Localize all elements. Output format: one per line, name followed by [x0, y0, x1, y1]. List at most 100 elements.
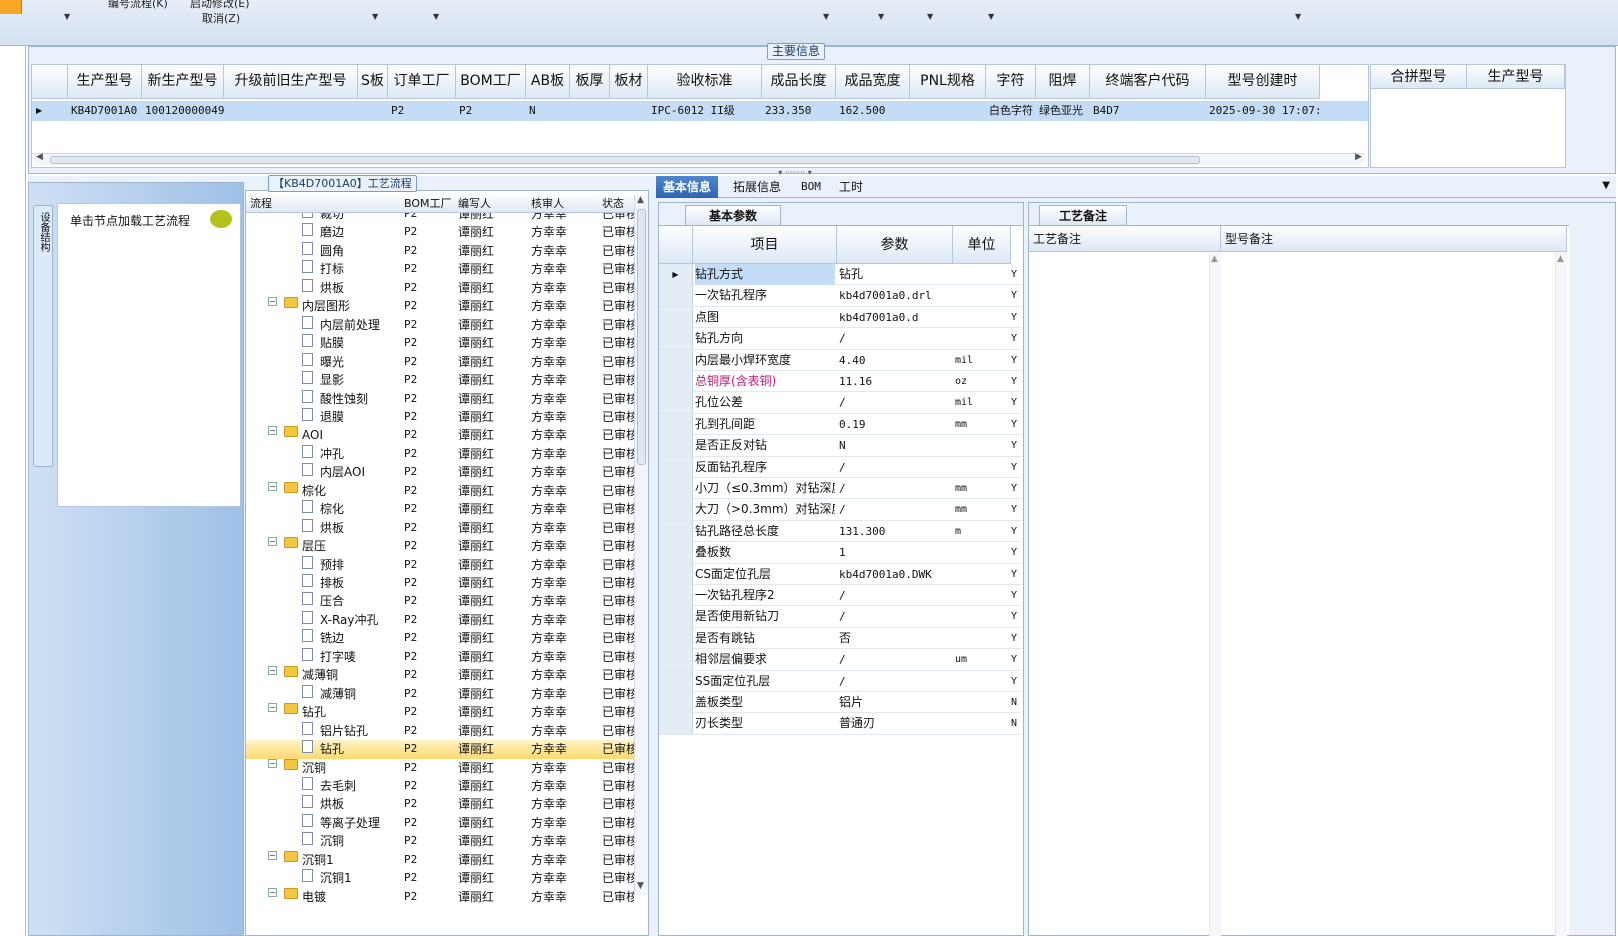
tree-row[interactable]: 内层前处理 P2 谭丽红 方幸幸 已审核	[246, 315, 636, 335]
tree-row[interactable]: 预排 P2 谭丽红 方幸幸 已审核	[246, 555, 636, 575]
param-row[interactable]: 小刀（≤0.3mm）对钻深度 / mm Y	[659, 478, 1021, 500]
param-value[interactable]: 1	[839, 542, 951, 563]
col-header-production-model[interactable]: 生产型号	[1467, 65, 1565, 89]
param-value[interactable]: /	[839, 671, 951, 692]
tree-row[interactable]: − 沉铜1 P2 谭丽红 方幸幸 已审核	[246, 850, 636, 870]
col-header[interactable]: 终端客户代码	[1090, 65, 1206, 99]
param-row[interactable]: CS面定位孔层 kb4d7001a0.DWK Y	[659, 563, 1021, 585]
scroll-left-icon[interactable]: ◀	[36, 152, 43, 162]
flow-col-header[interactable]: 编写人	[458, 195, 491, 213]
tree-row[interactable]: 圆角 P2 谭丽红 方幸幸 已审核	[246, 241, 636, 261]
tree-row[interactable]: 等离子处理 P2 谭丽红 方幸幸 已审核	[246, 813, 636, 833]
flow-col-header[interactable]: BOM工厂	[404, 195, 452, 213]
scrollbar-thumb[interactable]	[637, 209, 646, 465]
col-header[interactable]: 阻焊	[1036, 65, 1090, 99]
param-row[interactable]: 是否使用新钻刀 / Y	[659, 606, 1021, 628]
tree-row[interactable]: 贴膜 P2 谭丽红 方幸幸 已审核	[246, 334, 636, 353]
param-value[interactable]: /	[839, 478, 951, 499]
tree-row[interactable]: 打字唛 P2 谭丽红 方幸幸 已审核	[246, 647, 636, 667]
col-header[interactable]: 升级前旧生产型号	[224, 65, 358, 99]
param-value[interactable]: kb4d7001a0.drl	[839, 285, 951, 306]
structure-tab[interactable]: 设备结构	[33, 205, 53, 467]
horizontal-scrollbar[interactable]: ◀ ▶	[34, 152, 1364, 165]
tree-row[interactable]: 磨边 P2 谭丽红 方幸幸 已审核	[246, 223, 636, 242]
table-row[interactable]: ▶ KB4D7001A0 10012000004912 P2 P2 N IPC-6012 I…	[32, 101, 1368, 121]
param-value[interactable]: /	[839, 457, 951, 478]
tree-row[interactable]: 铣边 P2 谭丽红 方幸幸 已审核	[246, 629, 636, 648]
dropdown-arrow-icon[interactable]: ▼	[372, 12, 378, 21]
param-row[interactable]: 是否正反对钻 N Y	[659, 435, 1021, 457]
tree-row[interactable]: 曝光 P2 谭丽红 方幸幸 已审核	[246, 352, 636, 372]
col-header[interactable]: 字符	[986, 65, 1036, 99]
col-header[interactable]: S板	[358, 65, 388, 99]
tree-row[interactable]: 冲孔 P2 谭丽红 方幸幸 已审核	[246, 444, 636, 464]
param-row[interactable]: 一次钻孔程序 kb4d7001a0.drl Y	[659, 285, 1021, 307]
tab-process-notes[interactable]: 工艺备注	[1039, 205, 1127, 225]
dropdown-arrow-icon[interactable]: ▼	[64, 12, 70, 21]
model-note-scrollbar[interactable]: ▲	[1555, 252, 1567, 936]
tree-row[interactable]: 烘板 P2 谭丽红 方幸幸 已审核	[246, 795, 636, 814]
col-header-merge-model[interactable]: 合拼型号	[1371, 65, 1467, 89]
param-row[interactable]: 钻孔方向 / Y	[659, 328, 1021, 350]
param-value[interactable]: kb4d7001a0.DWK	[839, 564, 951, 585]
tree-row[interactable]: − 层压 P2 谭丽红 方幸幸 已审核	[246, 537, 636, 556]
tab-extended-info[interactable]: 拓展信息	[726, 176, 788, 198]
flow-col-header[interactable]: 状态	[602, 195, 624, 213]
flow-vertical-scrollbar[interactable]: ▲ ▼	[634, 195, 648, 895]
param-value[interactable]: /	[839, 649, 951, 670]
param-row[interactable]: 内层最小焊环宽度 4.40 mil Y	[659, 349, 1021, 371]
param-value[interactable]: 铝片	[839, 692, 951, 713]
param-row[interactable]: 反面钻孔程序 / Y	[659, 456, 1021, 478]
tab-basic-info[interactable]: 基本信息	[656, 176, 719, 198]
tree-row[interactable]: 退膜 P2 谭丽红 方幸幸 已审核	[246, 407, 636, 427]
tree-row[interactable]: 内层AOI P2 谭丽红 方幸幸 已审核	[246, 463, 636, 482]
tree-row[interactable]: 铝片钻孔 P2 谭丽红 方幸幸 已审核	[246, 721, 636, 741]
param-row[interactable]: 大刀（>0.3mm）对钻深度 / mm Y	[659, 499, 1021, 521]
tree-row[interactable]: 显影 P2 谭丽红 方幸幸 已审核	[246, 371, 636, 390]
col-header[interactable]: 型号创建时	[1206, 65, 1320, 99]
dropdown-arrow-icon[interactable]: ▼	[1295, 12, 1301, 21]
tree-row[interactable]: − 减薄铜 P2 谭丽红 方幸幸 已审核	[246, 666, 636, 685]
scroll-up-icon[interactable]: ▲	[1211, 254, 1218, 264]
col-header-item[interactable]: 项目	[693, 226, 837, 264]
tree-row[interactable]: 排板 P2 谭丽红 方幸幸 已审核	[246, 574, 636, 593]
flow-col-header[interactable]: 流程	[250, 195, 272, 213]
col-header[interactable]: 新生产型号	[142, 65, 224, 99]
dropdown-arrow-icon[interactable]: ▼	[823, 12, 829, 21]
tree-row[interactable]: − 棕化 P2 谭丽红 方幸幸 已审核	[246, 481, 636, 501]
param-value[interactable]: 钻孔	[839, 264, 951, 285]
param-row[interactable]: SS面定位孔层 / Y	[659, 670, 1021, 692]
param-value[interactable]: /	[839, 499, 951, 520]
scroll-down-icon[interactable]: ▼	[637, 881, 644, 891]
param-row[interactable]: 孔到孔间距 0.19 mm Y	[659, 413, 1021, 436]
param-value[interactable]: 0.19	[839, 414, 951, 435]
param-value[interactable]: /	[839, 328, 951, 349]
tree-row[interactable]: 压合 P2 谭丽红 方幸幸 已审核	[246, 592, 636, 611]
collapse-toggle-icon[interactable]: −	[268, 426, 277, 436]
param-value[interactable]: 131.300	[839, 521, 951, 542]
param-value[interactable]: N	[839, 435, 951, 456]
collapse-toggle-icon[interactable]: −	[268, 703, 277, 713]
col-header-unit[interactable]: 单位	[953, 226, 1011, 264]
col-header[interactable]: 板厚	[570, 65, 610, 99]
tree-row[interactable]: 裁切 P2 谭丽红 方幸幸 已审核	[246, 213, 636, 224]
param-row[interactable]: 盖板类型 铝片 N	[659, 692, 1021, 714]
flow-tree[interactable]: 裁切 P2 谭丽红 方幸幸 已审核 磨边 P2 谭丽红 方幸幸 已审核 圆角 P2 谭丽红 方幸幸 已审核打…	[246, 213, 636, 913]
param-row[interactable]: ▶ 钻孔方式 钻孔 Y	[659, 264, 1021, 286]
tree-row[interactable]: − 钻孔 P2 谭丽红 方幸幸 已审核	[246, 703, 636, 722]
dropdown-arrow-icon[interactable]: ▼	[988, 12, 994, 21]
col-header[interactable]: 订单工厂	[388, 65, 456, 99]
tab-basic-params[interactable]: 基本参数	[685, 205, 781, 225]
col-header[interactable]: 成品长度	[762, 65, 836, 99]
scrollbar-thumb[interactable]	[50, 156, 1200, 164]
tree-row[interactable]: X-Ray冲孔 P2 谭丽红 方幸幸 已审核	[246, 610, 636, 630]
collapse-toggle-icon[interactable]: −	[268, 297, 277, 307]
col-header-value[interactable]: 参数	[837, 226, 953, 264]
tree-row[interactable]: − 内层图形 P2 谭丽红 方幸幸 已审核	[246, 297, 636, 316]
param-value[interactable]: /	[839, 392, 951, 413]
param-value[interactable]: 11.16	[839, 371, 951, 392]
params-body[interactable]: ▶ 钻孔方式 钻孔 Y 一次钻孔程序 kb4d7001a0.drl Y 点图 kb4d7001a…	[659, 264, 1021, 744]
col-header[interactable]: PNL规格	[910, 65, 986, 99]
tree-row[interactable]: 钻孔 P2 谭丽红 方幸幸 已审核	[246, 740, 636, 759]
tree-row[interactable]: − 沉铜 P2 谭丽红 方幸幸 已审核	[246, 758, 636, 778]
